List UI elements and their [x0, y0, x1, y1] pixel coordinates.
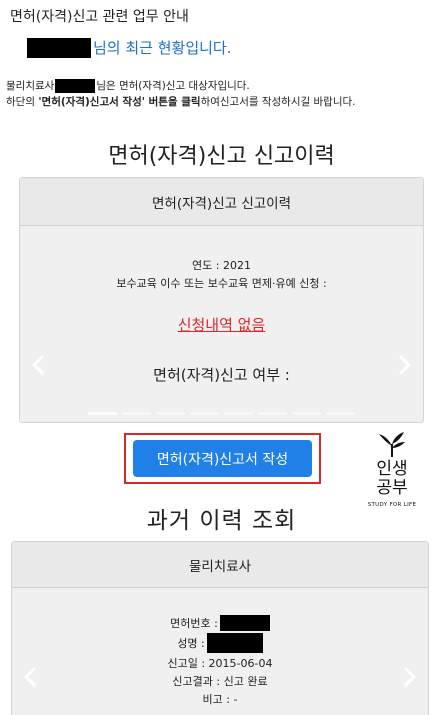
logo-line2: 공부	[376, 478, 408, 498]
carousel-indicator[interactable]	[88, 412, 117, 415]
license-number-row: 면허번호 :	[12, 615, 428, 631]
no-record-link[interactable]: 신청내역 없음	[20, 314, 423, 335]
notice-line2-bold: '면허(자격)신고서 작성' 버튼을 클릭	[38, 96, 201, 108]
history-year: 연도 : 2021	[192, 259, 251, 272]
notice-line2-start: 하단의	[6, 96, 39, 108]
apply-report-button[interactable]: 면허(자격)신고서 작성	[133, 440, 312, 477]
carousel-indicator[interactable]	[190, 412, 219, 415]
notice-text: 물리치료사 님은 면허(자격)신고 대상자입니다. 하단의 '면허(자격)신고서 …	[6, 78, 438, 110]
page-heading: 면허(자격)신고 관련 업무 안내	[10, 9, 189, 25]
past-carousel: 물리치료사 면허번호 : 성명 : 신고일 : 2015-06-04 신고결과 …	[11, 541, 429, 715]
history-carousel: 면허(자격)신고 신고이력 연도 : 2021 보수교육 이수 또는 보수교육 …	[19, 177, 424, 423]
logo-line1: 인생	[376, 459, 408, 479]
carousel-indicator[interactable]	[258, 412, 287, 415]
redacted-name	[27, 37, 91, 58]
carousel-indicator[interactable]	[224, 412, 253, 415]
redacted-name	[206, 633, 263, 653]
report-note: 비고 : -	[202, 693, 238, 706]
report-question: 면허(자격)신고 여부 :	[153, 366, 290, 384]
report-result: 신고결과 : 신고 완료	[172, 675, 268, 688]
redacted-name	[55, 79, 96, 93]
redacted-license	[219, 615, 270, 631]
sprout-logo-icon	[379, 432, 405, 457]
past-card-body: 면허번호 : 성명 : 신고일 : 2015-06-04 신고결과 : 신고 완…	[12, 588, 428, 715]
past-section-title: 과거 이력 조회	[146, 508, 297, 534]
notice-line2-end: 하여신고서를 작성하시길 바랍니다.	[200, 96, 356, 108]
license-label: 면허번호 :	[170, 617, 218, 630]
notice-prefix: 물리치료사	[6, 80, 55, 92]
carousel-indicator[interactable]	[156, 412, 185, 415]
history-card-body: 연도 : 2021 보수교육 이수 또는 보수교육 면제·유예 신청 : 신청내…	[20, 226, 423, 422]
notice-middle: 님은 면허(자격)신고 대상자입니다.	[96, 80, 250, 92]
recent-status-line: 님의 최근 현황입니다.	[27, 37, 232, 58]
carousel-indicator[interactable]	[326, 412, 355, 415]
name-label: 성명 :	[177, 637, 205, 650]
history-card-header: 면허(자격)신고 신고이력	[20, 178, 423, 226]
recent-status-text: 님의 최근 현황입니다.	[93, 39, 232, 57]
carousel-indicators	[20, 412, 423, 415]
no-record-text[interactable]: 신청내역 없음	[178, 316, 266, 334]
past-card-header: 물리치료사	[12, 542, 428, 588]
name-row: 성명 :	[12, 633, 428, 653]
report-date: 신고일 : 2015-06-04	[167, 657, 273, 670]
carousel-indicator[interactable]	[292, 412, 321, 415]
carousel-indicator[interactable]	[122, 412, 151, 415]
history-section-title: 면허(자격)신고 신고이력	[108, 144, 335, 169]
history-edu-status: 보수교육 이수 또는 보수교육 면제·유예 신청 :	[116, 277, 327, 290]
apply-button-highlight: 면허(자격)신고서 작성	[124, 433, 321, 484]
